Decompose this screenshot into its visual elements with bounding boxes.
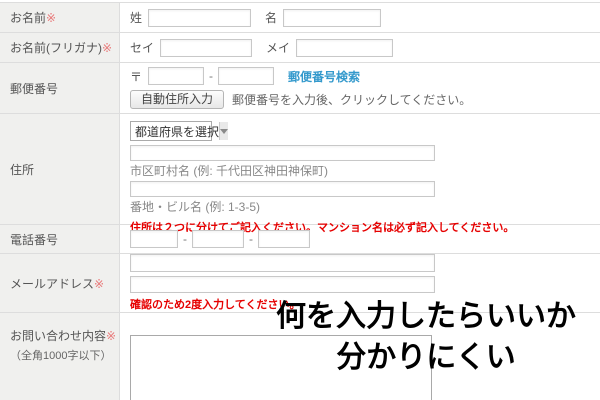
- row-name: お名前※ 姓 名: [0, 3, 600, 33]
- kana-label: お名前(フリガナ): [10, 41, 102, 55]
- name-label-cell: お名前※: [0, 3, 120, 32]
- postal-content-cell: 〒 - 郵便番号検索 自動住所入力 郵便番号を入力後、クリックしてください。: [120, 63, 600, 113]
- kana-content-cell: セイ メイ: [120, 33, 600, 62]
- last-name-label: 姓: [130, 9, 142, 26]
- email-label-cell: メールアドレス※: [0, 254, 120, 312]
- required-mark: ※: [46, 11, 56, 25]
- prefecture-select[interactable]: 都道府県を選択: [130, 121, 212, 141]
- required-mark: ※: [106, 329, 116, 343]
- city-hint: 市区町村名 (例: 千代田区神田神保町): [130, 162, 600, 179]
- email-label: メールアドレス: [10, 277, 94, 291]
- last-kana-label: セイ: [130, 39, 154, 56]
- chevron-down-icon: [219, 122, 228, 140]
- contact-form-page: お名前※ 姓 名 お名前(フリガナ)※ セイ メイ: [0, 0, 600, 400]
- required-mark: ※: [94, 277, 104, 291]
- auto-address-button[interactable]: 自動住所入力: [130, 90, 224, 109]
- postal-hyphen: -: [209, 69, 213, 83]
- inquiry-sub-label: （全角1000字以下）: [10, 347, 119, 363]
- postal-code-input-2[interactable]: [218, 67, 274, 85]
- first-name-label: 名: [265, 9, 277, 26]
- row-email: メールアドレス※ 確認のため2度入力してください。: [0, 254, 600, 313]
- row-phone: 電話番号 - -: [0, 225, 600, 254]
- inquiry-content-cell: [120, 313, 600, 400]
- phone-input-3[interactable]: [258, 230, 310, 248]
- inquiry-label-cell: お問い合わせ内容※ （全角1000字以下）: [0, 313, 120, 400]
- first-name-input[interactable]: [283, 9, 381, 27]
- email-confirm-input[interactable]: [130, 276, 435, 294]
- last-kana-input[interactable]: [160, 39, 252, 57]
- address-label-cell: 住所: [0, 114, 120, 224]
- email-note: 確認のため2度入力してください。: [130, 296, 600, 312]
- name-content-cell: 姓 名: [120, 3, 600, 32]
- address-content-cell: 都道府県を選択 市区町村名 (例: 千代田区神田神保町) 番地・ビル名 (例: …: [120, 114, 600, 224]
- postal-code-input-1[interactable]: [148, 67, 204, 85]
- city-input[interactable]: [130, 145, 435, 161]
- postal-mark: 〒: [130, 68, 142, 85]
- first-kana-input[interactable]: [296, 39, 393, 57]
- row-kana: お名前(フリガナ)※ セイ メイ: [0, 33, 600, 63]
- street-hint: 番地・ビル名 (例: 1-3-5): [130, 198, 600, 215]
- postal-label-cell: 郵便番号: [0, 63, 120, 113]
- email-content-cell: 確認のため2度入力してください。: [120, 254, 600, 312]
- row-postal: 郵便番号 〒 - 郵便番号検索 自動住所入力 郵便番号を入力後、クリックしてくだ…: [0, 63, 600, 114]
- inquiry-label: お問い合わせ内容: [10, 329, 106, 343]
- row-address: 住所 都道府県を選択 市区町村名 (例: 千代田区神田神保町) 番地・ビル名 (…: [0, 114, 600, 225]
- postal-search-link[interactable]: 郵便番号検索: [288, 68, 360, 85]
- name-label: お名前: [10, 11, 46, 25]
- street-input[interactable]: [130, 181, 435, 197]
- last-name-input[interactable]: [148, 9, 251, 27]
- phone-input-1[interactable]: [130, 230, 178, 248]
- email-input[interactable]: [130, 254, 435, 272]
- kana-label-cell: お名前(フリガナ)※: [0, 33, 120, 62]
- prefecture-select-value: 都道府県を選択: [131, 123, 219, 140]
- required-mark: ※: [102, 41, 112, 55]
- phone-label-cell: 電話番号: [0, 225, 120, 253]
- row-inquiry: お問い合わせ内容※ （全角1000字以下）: [0, 313, 600, 400]
- address-label: 住所: [10, 163, 34, 177]
- phone-hyphen: -: [249, 232, 253, 246]
- phone-label: 電話番号: [10, 233, 58, 247]
- first-kana-label: メイ: [266, 39, 290, 56]
- contact-form-table: お名前※ 姓 名 お名前(フリガナ)※ セイ メイ: [0, 2, 600, 400]
- phone-hyphen: -: [183, 232, 187, 246]
- postal-instruction: 郵便番号を入力後、クリックしてください。: [232, 91, 471, 108]
- inquiry-textarea[interactable]: [130, 335, 432, 400]
- phone-content-cell: - -: [120, 225, 600, 253]
- postal-label: 郵便番号: [10, 82, 58, 96]
- phone-input-2[interactable]: [192, 230, 244, 248]
